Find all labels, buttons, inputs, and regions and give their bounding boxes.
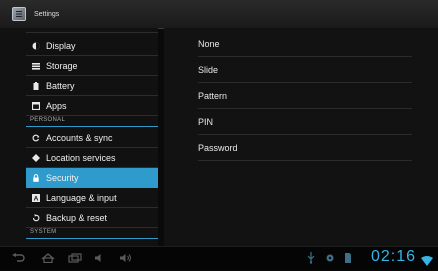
wifi-signal-icon	[421, 253, 433, 271]
settings-sidebar: Display Storage Battery Apps PERSONAL Ac…	[0, 28, 158, 246]
volume-up-icon[interactable]	[118, 251, 134, 265]
display-icon	[32, 42, 40, 50]
sidebar-item-label: Language & input	[46, 192, 117, 203]
sidebar-item-display[interactable]: Display	[26, 36, 158, 56]
settings-app-icon[interactable]	[12, 7, 26, 21]
sidebar-item-storage[interactable]: Storage	[26, 56, 158, 76]
sidebar-item-language-input[interactable]: A Language & input	[26, 188, 158, 208]
sidebar-item-label: Storage	[46, 60, 78, 71]
sidebar-item-backup-reset[interactable]: Backup & reset	[26, 208, 158, 228]
recent-apps-icon[interactable]	[67, 251, 83, 265]
sd-card-icon	[344, 250, 352, 266]
lock-option-none[interactable]: None	[198, 31, 412, 57]
status-bar-clock: 02:16	[370, 248, 416, 265]
lock-option-slide[interactable]: Slide	[198, 57, 412, 83]
lock-option-password[interactable]: Password	[198, 135, 412, 161]
home-icon[interactable]	[40, 251, 56, 265]
section-header-personal: PERSONAL	[26, 117, 158, 127]
sidebar-item-label: Accounts & sync	[46, 132, 113, 143]
storage-icon	[32, 62, 40, 70]
lock-icon	[32, 173, 40, 182]
lock-option-pin[interactable]: PIN	[198, 109, 412, 135]
sidebar-item-label: Backup & reset	[46, 212, 108, 223]
sidebar-item-label: Apps	[46, 100, 67, 111]
backup-icon	[32, 213, 40, 222]
lock-option-pattern[interactable]: Pattern	[198, 83, 412, 109]
sidebar-item-battery[interactable]: Battery	[26, 76, 158, 96]
apps-icon	[32, 101, 40, 110]
title-bar: Settings	[0, 0, 438, 29]
battery-icon	[32, 81, 40, 90]
sidebar-item-location[interactable]: Location services	[26, 148, 158, 168]
section-header-system: SYSTEM	[26, 229, 158, 239]
language-icon: A	[32, 193, 40, 202]
location-icon	[32, 153, 40, 162]
sync-icon	[32, 134, 40, 142]
sidebar-item-label: Location services	[46, 152, 116, 163]
window-title: Settings	[34, 10, 60, 18]
sidebar-item-apps[interactable]: Apps	[26, 96, 158, 116]
sidebar-item-label: Battery	[46, 80, 75, 91]
sidebar-item-security[interactable]: Security	[26, 168, 158, 188]
volume-down-icon[interactable]	[92, 251, 108, 265]
usb-icon	[306, 250, 316, 266]
sidebar-item-label: Display	[46, 40, 76, 51]
back-icon[interactable]	[10, 251, 26, 265]
screen-lock-options-panel: None Slide Pattern PIN Password	[164, 28, 438, 246]
sidebar-item-accounts-sync[interactable]: Accounts & sync	[26, 128, 158, 148]
sidebar-item-partial[interactable]	[26, 28, 158, 33]
android-debug-icon	[325, 250, 335, 266]
sidebar-item-label: Security	[46, 172, 79, 183]
svg-text:A: A	[34, 195, 39, 201]
system-navigation-bar: 02:16	[0, 246, 438, 270]
